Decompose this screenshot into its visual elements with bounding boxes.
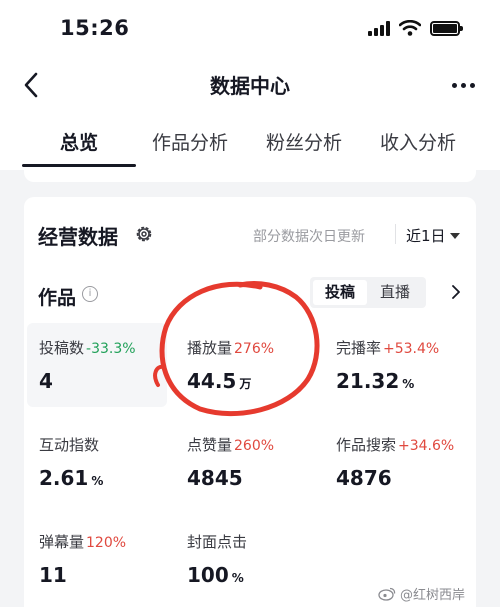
section-title: 经营数据: [38, 225, 118, 249]
page-title: 数据中心: [210, 74, 290, 98]
info-icon[interactable]: i: [82, 286, 98, 302]
metric-delta: +34.6%: [398, 438, 455, 454]
caret-down-icon: [449, 232, 460, 239]
content-type-toggle: 投稿 直播: [310, 277, 426, 308]
metric-label: 完播率: [336, 339, 382, 357]
metric-delta: +53.4%: [383, 341, 440, 357]
metric-label: 点赞量: [187, 436, 233, 454]
business-data-card: 经营数据 部分数据次日更新 近1日 作品 i 投稿 直播 投稿数 -33.3% 4…: [24, 197, 476, 607]
metric-value: 100: [187, 563, 229, 587]
tab-income-analysis[interactable]: 收入分析: [380, 128, 456, 155]
battery-icon: [430, 20, 463, 36]
metric-value: 44.5: [187, 369, 237, 393]
metric-delta: -33.3%: [86, 341, 136, 357]
metric-likes[interactable]: 点赞量 260% 4845: [175, 420, 315, 504]
metric-posts[interactable]: 投稿数 -33.3% 4: [27, 323, 167, 407]
metric-value: 11: [39, 563, 67, 587]
metric-value: 2.61: [39, 466, 89, 490]
tab-bar: 总览 作品分析 粉丝分析 收入分析: [0, 108, 500, 170]
tab-works-analysis[interactable]: 作品分析: [152, 128, 228, 155]
metric-value: 4876: [336, 466, 392, 490]
status-bar: 15:26: [0, 0, 500, 62]
metric-label: 投稿数: [39, 339, 85, 357]
metric-value: 4845: [187, 466, 243, 490]
metric-delta: 276%: [234, 341, 275, 357]
metric-unit: %: [231, 571, 244, 585]
metric-interaction-index[interactable]: 互动指数 2.61%: [27, 420, 167, 504]
weibo-logo-icon: [378, 587, 396, 601]
tab-overview[interactable]: 总览: [60, 128, 98, 155]
metric-plays[interactable]: 播放量 276% 44.5 万: [175, 323, 315, 407]
gear-icon[interactable]: [134, 224, 154, 244]
nav-bar: 数据中心: [0, 62, 500, 108]
cellular-signal-icon: [368, 20, 390, 36]
segment-posts[interactable]: 投稿: [313, 280, 367, 305]
status-icons: [368, 20, 463, 36]
works-label: 作品: [38, 287, 77, 309]
metric-delta: 120%: [86, 535, 127, 551]
metric-value: 4: [39, 369, 53, 393]
wifi-icon: [399, 20, 421, 36]
watermark-text: @红树西岸: [400, 588, 466, 603]
date-range-value: 近1日: [406, 227, 446, 245]
metric-unit: %: [91, 474, 104, 488]
divider: [395, 224, 396, 244]
metric-danmaku[interactable]: 弹幕量 120% 11: [27, 517, 167, 601]
update-note: 部分数据次日更新: [253, 229, 365, 245]
metric-label: 作品搜索: [336, 436, 397, 454]
metric-label: 互动指数: [39, 436, 100, 454]
date-range-select[interactable]: 近1日: [406, 225, 460, 246]
segment-live[interactable]: 直播: [368, 280, 422, 305]
metric-work-search[interactable]: 作品搜索 +34.6% 4876: [324, 420, 464, 504]
active-tab-indicator: [22, 164, 136, 167]
metric-value: 21.32: [336, 369, 400, 393]
metric-completion-rate[interactable]: 完播率 +53.4% 21.32%: [324, 323, 464, 407]
metric-label: 封面点击: [187, 533, 248, 551]
chevron-right-icon[interactable]: [449, 285, 463, 299]
status-time: 15:26: [60, 16, 130, 40]
metric-label: 弹幕量: [39, 533, 85, 551]
metric-unit: %: [402, 377, 415, 391]
tab-fans-analysis[interactable]: 粉丝分析: [266, 128, 342, 155]
metric-unit: 万: [239, 377, 252, 391]
more-options-icon[interactable]: [448, 72, 478, 98]
previous-card-edge: [24, 170, 476, 182]
metric-cover-clicks[interactable]: 封面点击 100%: [175, 517, 315, 601]
watermark: @红树西岸: [378, 584, 465, 603]
metric-delta: 260%: [234, 438, 275, 454]
metric-label: 播放量: [187, 339, 233, 357]
